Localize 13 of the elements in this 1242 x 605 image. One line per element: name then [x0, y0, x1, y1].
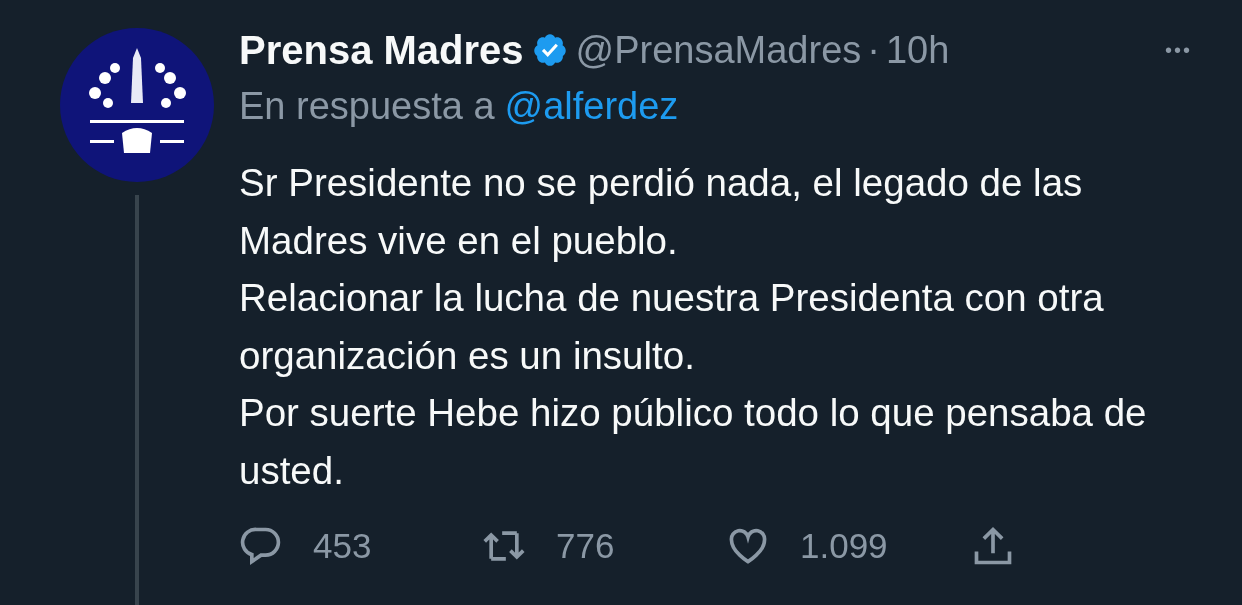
user-handle[interactable]: @PrensaMadres [575, 28, 862, 72]
tweet-paragraph: Por suerte Hebe hizo público todo lo que pensaba de usted. [239, 390, 1148, 494]
action-count: 453 [313, 526, 372, 566]
timestamp[interactable]: 10h [885, 28, 950, 72]
action-count: 1.099 [800, 526, 888, 566]
action-count: 776 [556, 526, 615, 566]
reply-label: En respuesta a [239, 84, 495, 128]
mention-link[interactable]: @alferdez [504, 84, 679, 128]
tweet-paragraph: Relacionar la lucha de nuestra Presidenta con otra organización es un insulto. [239, 275, 1105, 379]
tweet-paragraph: Sr Presidente no se perdió nada, el legado de las Madres vive en el pueblo. [239, 160, 1084, 264]
author-name[interactable]: Prensa Madres [239, 27, 524, 73]
more-button[interactable]: ••• [1165, 38, 1192, 62]
separator-dot: · [867, 28, 880, 72]
